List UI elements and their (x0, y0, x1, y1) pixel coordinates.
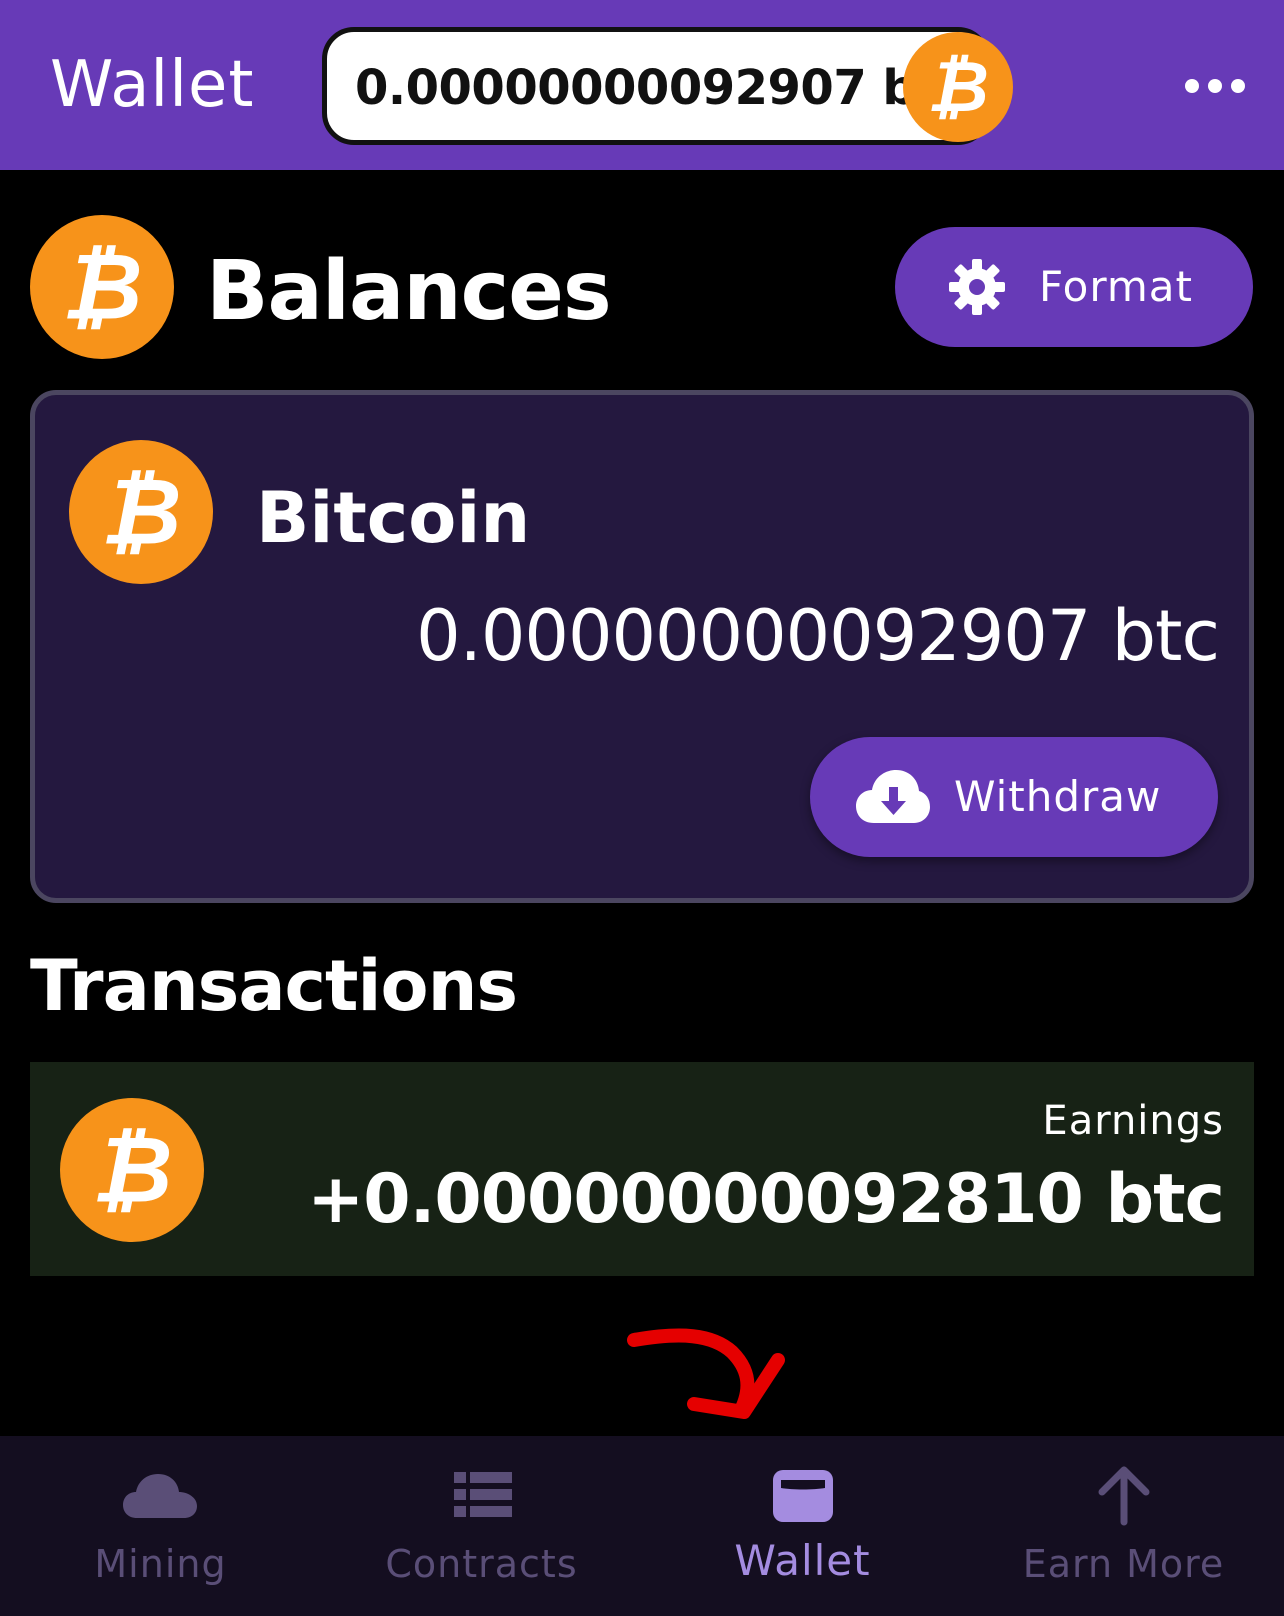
format-label: Format (1039, 262, 1194, 311)
nav-item-earn-more[interactable]: Earn More (963, 1436, 1284, 1616)
svg-text:₿: ₿ (62, 233, 143, 341)
more-horizontal-icon[interactable] (1180, 64, 1250, 108)
app-bar-title: Wallet (50, 48, 255, 122)
balance-pill-amount: 0.00000000092907 btc (355, 60, 967, 116)
currency-balance: 0.00000000092907 btc (416, 595, 1220, 677)
withdraw-label: Withdraw (954, 772, 1162, 821)
bitcoin-icon: ₿ (69, 440, 213, 584)
transaction-amount: +0.00000000092810 btc (307, 1160, 1225, 1239)
wallet-icon (763, 1466, 843, 1526)
svg-text:₿: ₿ (927, 46, 989, 128)
annotation-arrow-icon (620, 1320, 800, 1420)
nav-label-mining: Mining (94, 1542, 227, 1586)
bottom-navigation: Mining Contracts Wallet Earn More (0, 1436, 1284, 1616)
svg-text:₿: ₿ (92, 1116, 173, 1224)
balance-pill[interactable]: 0.00000000092907 btc ₿ (322, 27, 1013, 145)
svg-text:₿: ₿ (101, 458, 182, 566)
cloud-download-icon (856, 767, 930, 825)
nav-item-mining[interactable]: Mining (0, 1436, 321, 1616)
nav-item-contracts[interactable]: Contracts (321, 1436, 642, 1616)
format-button[interactable]: Format (895, 227, 1253, 347)
nav-label-earn-more: Earn More (1022, 1542, 1225, 1586)
bitcoin-icon: ₿ (30, 215, 174, 359)
balances-title: Balances (206, 244, 612, 339)
gear-icon (947, 257, 1007, 317)
nav-label-contracts: Contracts (385, 1542, 578, 1586)
transactions-title: Transactions (30, 945, 518, 1027)
cloud-icon (121, 1466, 201, 1526)
arrow-up-icon (1084, 1466, 1164, 1526)
bitcoin-icon: ₿ (903, 32, 1013, 142)
transaction-type: Earnings (1042, 1098, 1224, 1144)
currency-name: Bitcoin (256, 477, 531, 559)
list-icon (442, 1466, 522, 1526)
transaction-row[interactable]: ₿ Earnings +0.00000000092810 btc (30, 1062, 1254, 1276)
nav-label-wallet: Wallet (734, 1536, 871, 1585)
bitcoin-icon: ₿ (60, 1098, 204, 1242)
nav-item-wallet[interactable]: Wallet (642, 1436, 963, 1616)
withdraw-button[interactable]: Withdraw (810, 737, 1218, 857)
app-bar: Wallet 0.00000000092907 btc ₿ (0, 0, 1284, 170)
bitcoin-wallet-card: ₿ Bitcoin 0.00000000092907 btc Withdraw (30, 390, 1254, 903)
